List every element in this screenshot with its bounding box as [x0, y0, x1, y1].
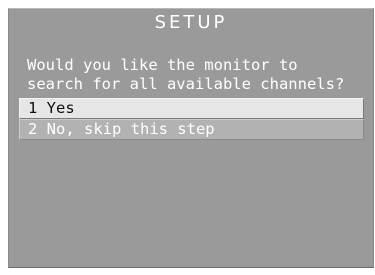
option-yes[interactable]: 1 Yes	[19, 98, 364, 119]
options-menu: 1 Yes 2 No, skip this step	[19, 98, 364, 140]
option-no-skip[interactable]: 2 No, skip this step	[19, 119, 364, 140]
setup-screen: SETUP Would you like the monitor to searc…	[8, 8, 374, 268]
question-line-1: Would you like the monitor to	[27, 56, 298, 74]
question-line-2: search for all available channels?	[27, 75, 345, 93]
screen-title: SETUP	[154, 12, 228, 33]
setup-question: Would you like the monitor to search for …	[27, 56, 373, 94]
